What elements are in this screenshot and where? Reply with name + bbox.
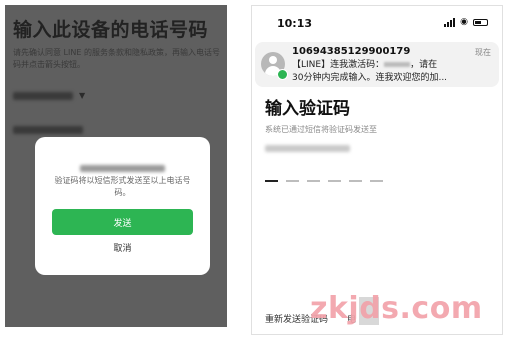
sent-number-redacted [265, 145, 350, 152]
caret-down-icon: ▼ [79, 91, 86, 100]
phone-entry-screen: 输入此设备的电话号码 请先确认同意 LINE 的服务条款和隐私政策，再输入电话号… [5, 5, 227, 327]
signal-icon [444, 17, 456, 27]
notification-body: 【LINE】连我激活码： ，请在 30分钟内完成输入。连我欢迎您的加... [292, 59, 492, 85]
code-slot [286, 180, 299, 182]
battery-icon [473, 18, 488, 26]
sms-notification[interactable]: 10694385129900179 现在 【LINE】连我激活码： ，请在 30分… [255, 42, 499, 87]
verification-screen: 10:13 ◉ 10694385129900179 现在 【LINE】连我激活码… [251, 5, 503, 335]
code-slot [265, 180, 278, 182]
country-code-redacted [13, 91, 73, 100]
watermark-text: zkjds.com [310, 291, 483, 326]
page-title: 输入此设备的电话号码 [13, 19, 209, 41]
dialog-message: 验证码将以短信形式发送至以上电话号码。 [54, 176, 191, 197]
code-slot [349, 180, 362, 182]
status-time: 10:13 [277, 17, 313, 30]
cancel-button[interactable]: 取消 [52, 241, 193, 254]
phone-number-redacted [13, 126, 83, 134]
confirm-dialog: 验证码将以短信形式发送至以上电话号码。 发送 取消 [35, 137, 210, 275]
terms-text: 请先确认同意 LINE 的服务条款和隐私政策，再输入电话号码并点击箭头按钮。 [13, 48, 220, 69]
status-bar: 10:13 ◉ [252, 6, 502, 30]
country-selector[interactable]: ▼ [13, 91, 85, 100]
code-slot [370, 180, 383, 182]
notification-line-2: 30分钟内完成输入。连我欢迎您的加... [292, 73, 448, 83]
status-icons: ◉ [444, 17, 488, 27]
sent-to-number [265, 137, 350, 156]
notification-time: 现在 [475, 48, 491, 57]
notification-line-1: 【LINE】连我激活码： ，请在 [292, 60, 438, 70]
notification-sender: 10694385129900179 [292, 46, 411, 57]
code-slot [328, 180, 341, 182]
phone-number-field[interactable] [13, 119, 83, 138]
page-title: 输入验证码 [265, 99, 350, 119]
dialog-number-redacted [80, 165, 165, 172]
message-badge-icon [277, 69, 288, 80]
wifi-icon: ◉ [460, 17, 468, 27]
verification-code-input[interactable] [265, 180, 383, 182]
dialog-phone-number [80, 157, 165, 176]
code-slot [307, 180, 320, 182]
send-button[interactable]: 发送 [52, 209, 193, 235]
code-redacted [384, 62, 411, 67]
page-subtitle: 系统已通过短信将验证码发送至 [265, 125, 377, 134]
